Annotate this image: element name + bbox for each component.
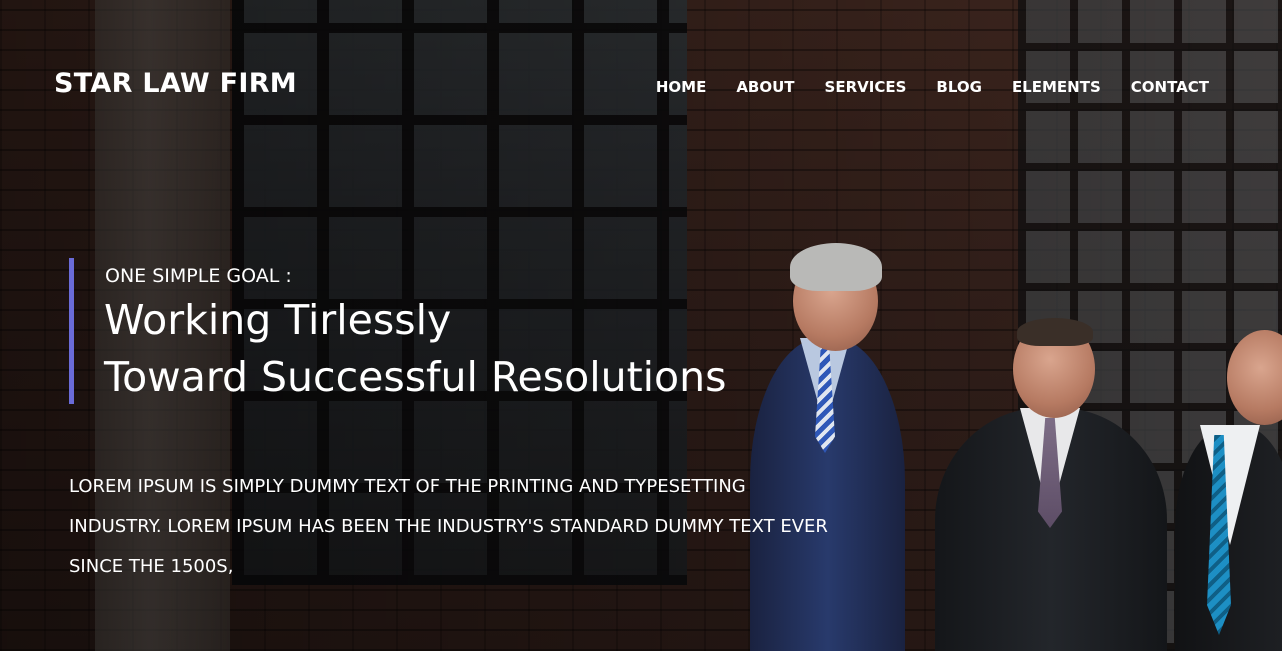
nav-item-contact[interactable]: CONTACT bbox=[1131, 78, 1209, 96]
person-photo-3 bbox=[1175, 330, 1282, 651]
nav-item-services[interactable]: SERVICES bbox=[825, 78, 907, 96]
nav-item-blog[interactable]: BLOG bbox=[936, 78, 982, 96]
person-photo-2 bbox=[935, 318, 1167, 651]
site-logo[interactable]: STAR LAW FIRM bbox=[54, 68, 297, 99]
main-navigation: HOME ABOUT SERVICES BLOG ELEMENTS CONTAC… bbox=[656, 78, 1209, 96]
hero-headline-line-1: Working Tirlessly bbox=[104, 296, 452, 344]
headline-accent-bar bbox=[69, 258, 74, 404]
hero-body-text: LOREM IPSUM IS SIMPLY DUMMY TEXT OF THE … bbox=[69, 476, 828, 577]
hero-section: STAR LAW FIRM HOME ABOUT SERVICES BLOG E… bbox=[0, 0, 1282, 651]
nav-item-about[interactable]: ABOUT bbox=[736, 78, 794, 96]
hero-kicker: ONE SIMPLE GOAL : bbox=[105, 265, 292, 287]
person-photo-1 bbox=[745, 243, 915, 651]
nav-item-elements[interactable]: ELEMENTS bbox=[1012, 78, 1101, 96]
hero-headline-line-2: Toward Successful Resolutions bbox=[104, 353, 727, 401]
nav-item-home[interactable]: HOME bbox=[656, 78, 706, 96]
hero-headline: Working Tirlessly Toward Successful Reso… bbox=[104, 292, 727, 406]
